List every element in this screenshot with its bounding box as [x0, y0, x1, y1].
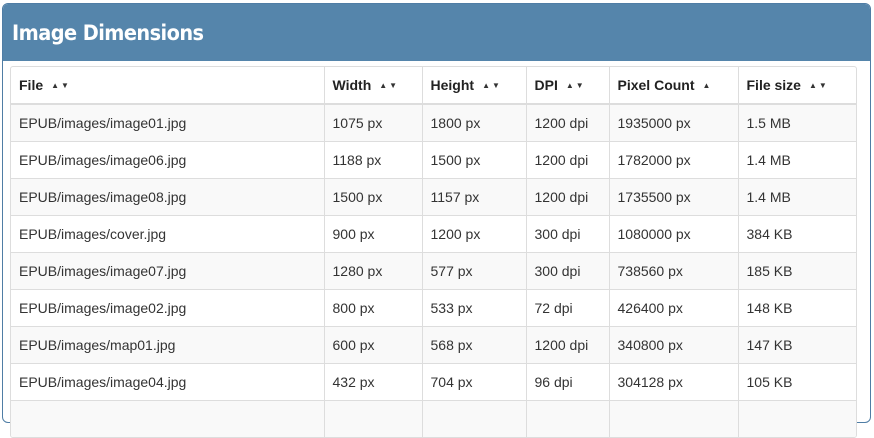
column-header-dpi[interactable]: DPI ▲▼ — [526, 67, 610, 105]
image-dimensions-table-wrapper: File ▲▼ Width ▲▼ Height ▲▼ DPI ▲▼ Pixel Count ▲ Fi… — [10, 66, 857, 438]
cell-file-size: 1.4 MB — [738, 140, 856, 178]
cell-height: 1200 px — [422, 214, 527, 252]
column-header-height[interactable]: Height ▲▼ — [422, 67, 527, 105]
cell-dpi: 1200 dpi — [526, 104, 610, 141]
cell-pixel-count: 304128 px — [609, 362, 739, 400]
cell-pixel-count: 1782000 px — [609, 140, 739, 178]
cell-dpi: 300 dpi — [526, 251, 610, 289]
column-header-label: DPI — [534, 77, 558, 93]
cell-file-size: 384 KB — [738, 214, 856, 252]
cell-pixel-count — [609, 399, 739, 437]
table-row: EPUB/images/image04.jpg 432 px 704 px 96 dp… — [11, 362, 856, 400]
column-header-pixel-count[interactable]: Pixel Count ▲ — [609, 67, 739, 105]
cell-width: 900 px — [324, 214, 423, 252]
cell-dpi: 72 dpi — [526, 288, 610, 326]
cell-file-size: 147 KB — [738, 325, 856, 363]
table-body: EPUB/images/image01.jpg 1075 px 1800 px 120… — [11, 104, 856, 437]
cell-width: 1188 px — [324, 140, 423, 178]
sort-arrows-icon[interactable]: ▲▼ — [809, 81, 829, 90]
cell-pixel-count: 1735500 px — [609, 177, 739, 215]
cell-file: EPUB/images/image08.jpg — [11, 177, 325, 215]
cell-dpi: 300 dpi — [526, 214, 610, 252]
sort-arrows-icon[interactable]: ▲▼ — [379, 81, 399, 90]
cell-width: 432 px — [324, 362, 423, 400]
column-header-width[interactable]: Width ▲▼ — [324, 67, 423, 105]
table-row: EPUB/images/image02.jpg 800 px 533 px 72 dp… — [11, 288, 856, 326]
cell-file: EPUB/images/image01.jpg — [11, 104, 325, 141]
cell-file: EPUB/images/image04.jpg — [11, 362, 325, 400]
table-row: EPUB/images/image01.jpg 1075 px 1800 px 120… — [11, 104, 856, 141]
cell-pixel-count: 1935000 px — [609, 104, 739, 141]
cell-file: EPUB/images/image07.jpg — [11, 251, 325, 289]
column-header-file[interactable]: File ▲▼ — [11, 67, 325, 105]
panel-title: Image Dimensions — [12, 21, 204, 45]
cell-pixel-count: 340800 px — [609, 325, 739, 363]
sort-arrows-icon[interactable]: ▲▼ — [51, 81, 71, 90]
panel-heading: Image Dimensions — [3, 4, 870, 61]
table-row: EPUB/images/image08.jpg 1500 px 1157 px 120… — [11, 177, 856, 215]
cell-file-size: 105 KB — [738, 362, 856, 400]
cell-file — [11, 399, 325, 437]
cell-dpi — [526, 399, 610, 437]
cell-width: 1075 px — [324, 104, 423, 141]
cell-file: EPUB/images/image02.jpg — [11, 288, 325, 326]
cell-file-size: 1.4 MB — [738, 177, 856, 215]
cell-dpi: 1200 dpi — [526, 177, 610, 215]
cell-height: 1800 px — [422, 104, 527, 141]
column-header-label: Pixel Count — [617, 77, 695, 93]
cell-width: 1280 px — [324, 251, 423, 289]
cell-height: 704 px — [422, 362, 527, 400]
cell-dpi: 96 dpi — [526, 362, 610, 400]
cell-height: 1500 px — [422, 140, 527, 178]
cell-height: 577 px — [422, 251, 527, 289]
table-row: EPUB/images/cover.jpg 900 px 1200 px 300 dp… — [11, 214, 856, 252]
cell-file-size: 185 KB — [738, 251, 856, 289]
cell-dpi: 1200 dpi — [526, 140, 610, 178]
cell-height: 1157 px — [422, 177, 527, 215]
table-row: EPUB/images/map01.jpg 600 px 568 px 1200 dp… — [11, 325, 856, 363]
cell-height — [422, 399, 527, 437]
sort-arrows-icon[interactable]: ▲ — [703, 81, 713, 90]
cell-pixel-count: 1080000 px — [609, 214, 739, 252]
sort-arrows-icon[interactable]: ▲▼ — [482, 81, 502, 90]
cell-width: 800 px — [324, 288, 423, 326]
cell-height: 568 px — [422, 325, 527, 363]
cell-pixel-count: 738560 px — [609, 251, 739, 289]
table-header-row: File ▲▼ Width ▲▼ Height ▲▼ DPI ▲▼ Pixel Count ▲ Fi… — [11, 67, 856, 105]
cell-width — [324, 399, 423, 437]
table-row — [11, 399, 856, 437]
column-header-label: Height — [430, 77, 475, 93]
cell-file-size: 148 KB — [738, 288, 856, 326]
image-dimensions-table: File ▲▼ Width ▲▼ Height ▲▼ DPI ▲▼ Pixel Count ▲ Fi… — [11, 67, 856, 437]
column-header-label: File — [19, 77, 44, 93]
table-row: EPUB/images/image06.jpg 1188 px 1500 px 120… — [11, 140, 856, 178]
table-row: EPUB/images/image07.jpg 1280 px 577 px 300 … — [11, 251, 856, 289]
sort-arrows-icon[interactable]: ▲▼ — [566, 81, 586, 90]
cell-width: 1500 px — [324, 177, 423, 215]
cell-file: EPUB/images/map01.jpg — [11, 325, 325, 363]
cell-file: EPUB/images/cover.jpg — [11, 214, 325, 252]
cell-width: 600 px — [324, 325, 423, 363]
cell-file: EPUB/images/image06.jpg — [11, 140, 325, 178]
cell-height: 533 px — [422, 288, 527, 326]
cell-dpi: 1200 dpi — [526, 325, 610, 363]
column-header-file-size[interactable]: File size ▲▼ — [738, 67, 856, 105]
cell-file-size: 1.5 MB — [746, 114, 791, 131]
cell-file-size — [738, 399, 856, 437]
column-header-label: File size — [746, 77, 801, 93]
cell-pixel-count: 426400 px — [609, 288, 739, 326]
column-header-label: Width — [332, 77, 372, 93]
